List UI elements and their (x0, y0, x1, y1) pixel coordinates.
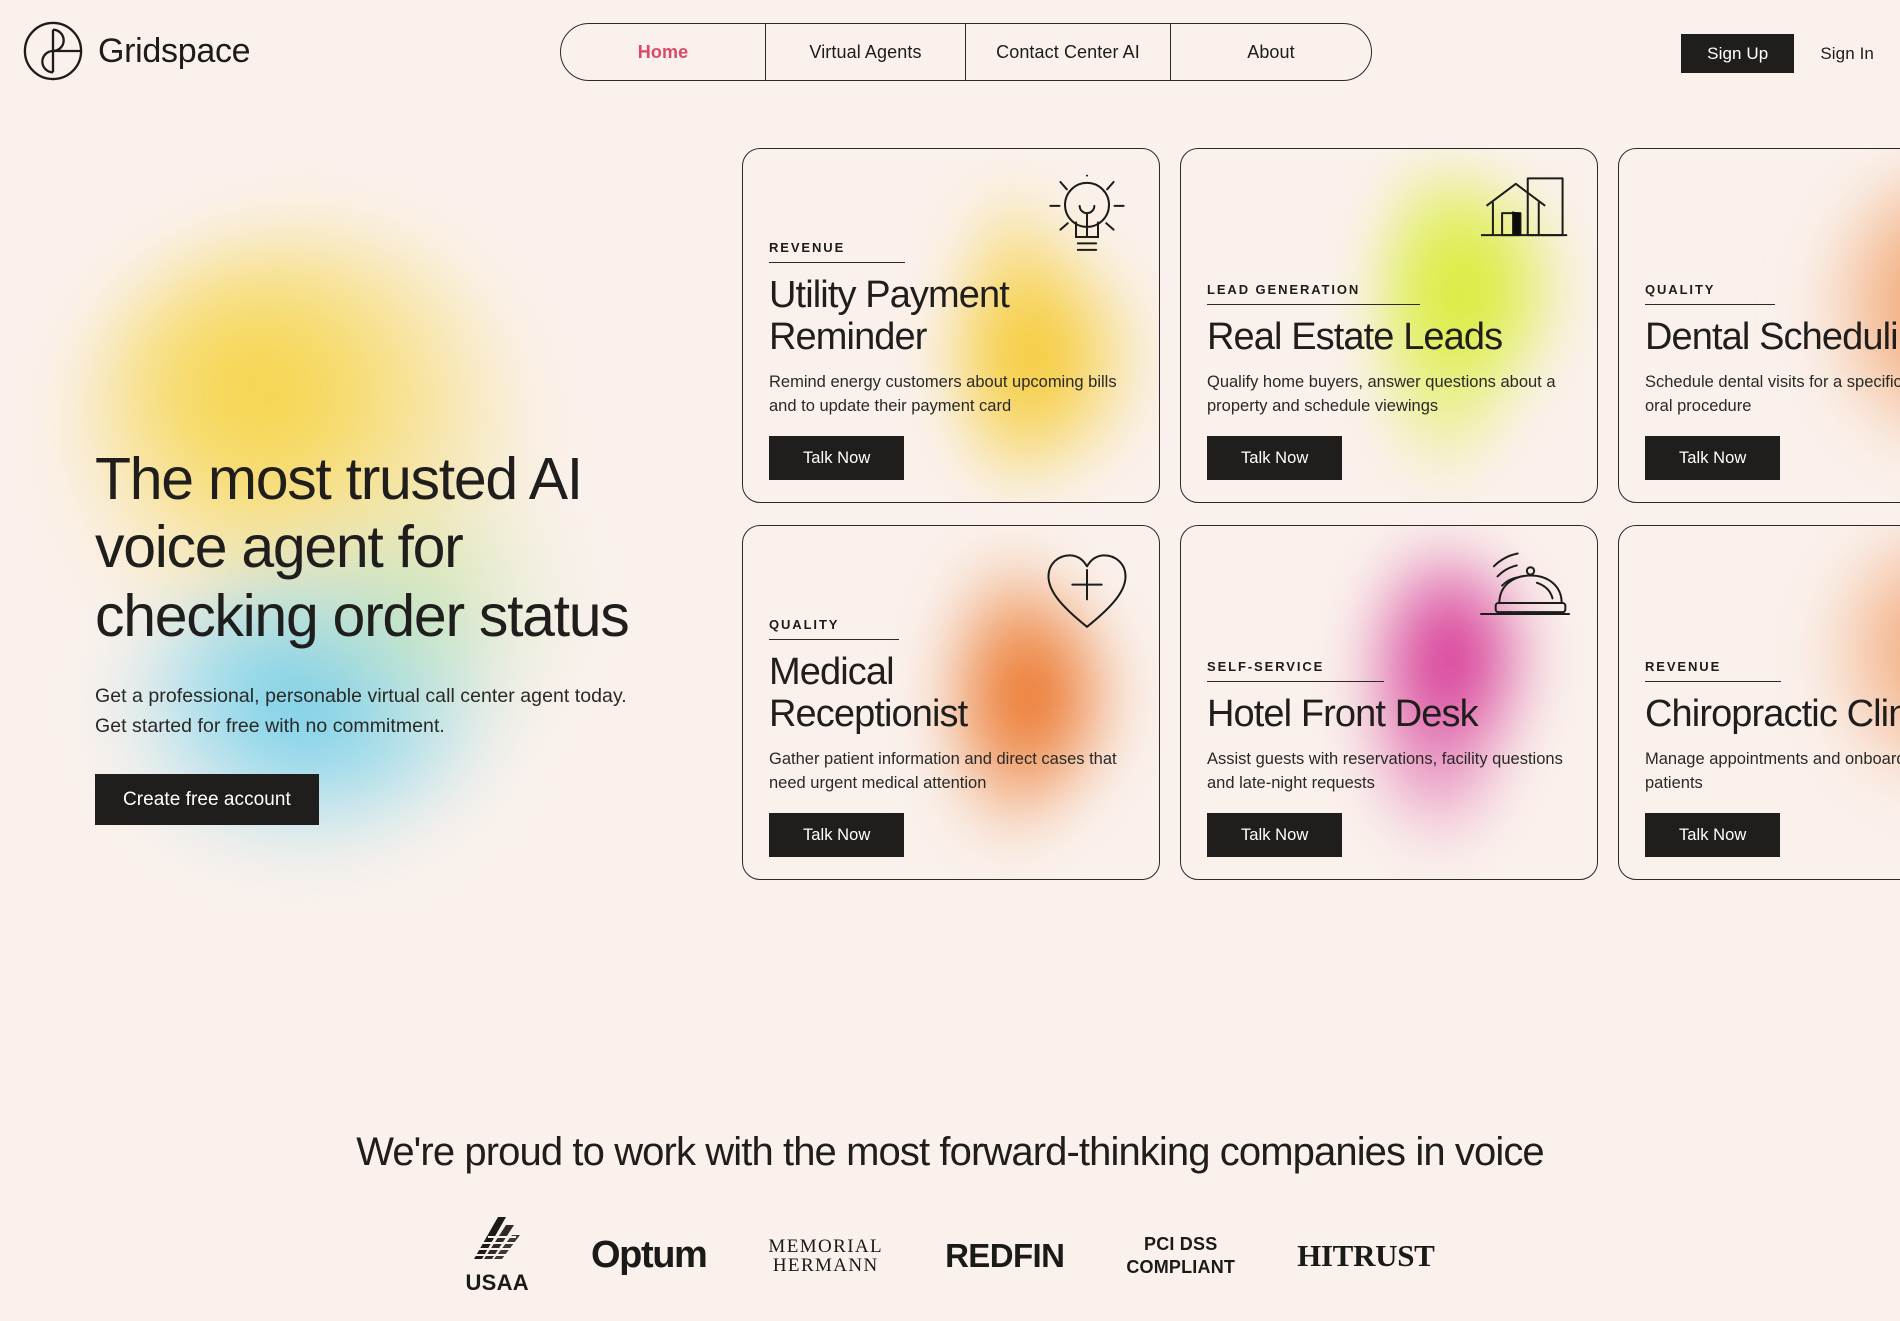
logo-memorial-hermann: MEMORIAL HERMANN (768, 1237, 883, 1275)
hero-title: The most trusted AI voice agent for chec… (95, 446, 630, 649)
card-body: QUALITY Dental Scheduling Schedule denta… (1645, 281, 1900, 480)
usaa-wordmark: USAA (465, 1270, 529, 1295)
usaa-eagle-icon (474, 1217, 521, 1259)
talk-now-button[interactable]: Talk Now (1645, 435, 1781, 480)
talk-now-button[interactable]: Talk Now (769, 435, 905, 480)
gridspace-logo-icon (23, 21, 83, 81)
card-title: Chiropractic Clinic (1645, 693, 1900, 736)
nav-item-about[interactable]: About (1171, 24, 1371, 80)
agent-card[interactable]: LEAD GENERATION Real Estate Leads Qualif… (1180, 148, 1598, 503)
card-description: Assist guests with reservations, facilit… (1207, 750, 1563, 792)
memorial-hermann-line2: HERMANN (772, 1254, 879, 1276)
landing-page: Gridspace Home Virtual Agents Contact Ce… (0, 0, 1900, 1321)
customer-logo-row: USAA Optum MEMORIAL HERMANN REDFIN PCI D… (0, 1215, 1900, 1296)
card-body: LEAD GENERATION Real Estate Leads Qualif… (1207, 281, 1577, 480)
logo-pci-dss-compliant: PCI DSS COMPLIANT (1126, 1233, 1235, 1278)
primary-nav: Home Virtual Agents Contact Center AI Ab… (560, 23, 1372, 81)
logo-redfin: REDFIN (945, 1236, 1065, 1275)
nav-item-contact-center-ai[interactable]: Contact Center AI (966, 24, 1171, 80)
card-description: Remind energy customers about upcoming b… (769, 373, 1117, 415)
social-proof-section: We're proud to work with the most forwar… (0, 1130, 1900, 1296)
agent-card-grid: REVENUE Utility Payment Reminder Remind … (742, 148, 1900, 880)
auth-actions: Sign Up Sign In (1681, 34, 1874, 73)
talk-now-button[interactable]: Talk Now (1207, 812, 1343, 857)
card-title: Medical Receptionist (769, 651, 968, 736)
memorial-hermann-line1: MEMORIAL (768, 1235, 884, 1257)
pci-line1: PCI DSS (1144, 1234, 1218, 1254)
card-description: Qualify home buyers, answer questions ab… (1207, 373, 1556, 415)
social-proof-title: We're proud to work with the most forwar… (356, 1130, 1544, 1174)
brand-logo[interactable]: Gridspace (22, 20, 251, 82)
agent-card[interactable]: QUALITY Medical Receptionist Gather pati… (742, 525, 1160, 880)
hero-copy: The most trusted AI voice agent for chec… (95, 445, 675, 825)
card-body: QUALITY Medical Receptionist Gather pati… (769, 616, 1139, 857)
card-body: REVENUE Utility Payment Reminder Remind … (769, 239, 1139, 480)
optum-wordmark: Optum (590, 1234, 708, 1276)
card-body: REVENUE Chiropractic Clinic Manage appoi… (1645, 658, 1900, 857)
logo-usaa: USAA (465, 1215, 529, 1296)
card-eyebrow: SELF-SERVICE (1207, 659, 1385, 683)
agent-card[interactable]: REVENUE Utility Payment Reminder Remind … (742, 148, 1160, 503)
card-eyebrow: REVENUE (1645, 659, 1782, 683)
agent-card[interactable]: REVENUE Chiropractic Clinic Manage appoi… (1618, 525, 1900, 880)
hero-subtitle: Get a professional, personable virtual c… (95, 685, 627, 737)
card-title: Utility Payment Reminder (769, 274, 1010, 359)
card-eyebrow: REVENUE (769, 240, 906, 264)
nav-item-home[interactable]: Home (561, 24, 766, 80)
card-title: Dental Scheduling (1645, 316, 1900, 359)
card-eyebrow: LEAD GENERATION (1207, 282, 1421, 306)
house-icon (1481, 177, 1568, 237)
card-title: Hotel Front Desk (1207, 693, 1479, 736)
create-free-account-button[interactable]: Create free account (95, 773, 319, 825)
card-description: Manage appointments and onboard new pati… (1645, 750, 1900, 792)
pci-line2: COMPLIANT (1126, 1256, 1236, 1277)
card-title: Real Estate Leads (1207, 316, 1503, 359)
agent-card[interactable]: SELF-SERVICE Hotel Front Desk Assist gue… (1180, 525, 1598, 880)
logo-optum: Optum (590, 1234, 708, 1277)
brand-name: Gridspace (98, 32, 251, 70)
hero-section: The most trusted AI voice agent for chec… (0, 120, 720, 920)
sign-in-link[interactable]: Sign In (1820, 44, 1874, 64)
hitrust-wordmark: HITRUST (1297, 1237, 1435, 1273)
service-bell-icon (1479, 552, 1571, 616)
redfin-wordmark: REDFIN (945, 1236, 1065, 1274)
site-header: Gridspace Home Virtual Agents Contact Ce… (0, 0, 1900, 105)
agent-card[interactable]: QUALITY Dental Scheduling Schedule denta… (1618, 148, 1900, 503)
card-description: Schedule dental visits for a specific or… (1645, 373, 1900, 415)
card-eyebrow: QUALITY (769, 617, 900, 641)
card-eyebrow: QUALITY (1645, 282, 1776, 306)
nav-item-virtual-agents[interactable]: Virtual Agents (766, 24, 966, 80)
talk-now-button[interactable]: Talk Now (769, 812, 905, 857)
sign-up-button[interactable]: Sign Up (1681, 34, 1795, 73)
logo-hitrust: HITRUST (1297, 1237, 1435, 1274)
talk-now-button[interactable]: Talk Now (1207, 435, 1343, 480)
card-description: Gather patient information and direct ca… (769, 750, 1117, 792)
card-body: SELF-SERVICE Hotel Front Desk Assist gue… (1207, 658, 1577, 857)
talk-now-button[interactable]: Talk Now (1645, 812, 1781, 857)
